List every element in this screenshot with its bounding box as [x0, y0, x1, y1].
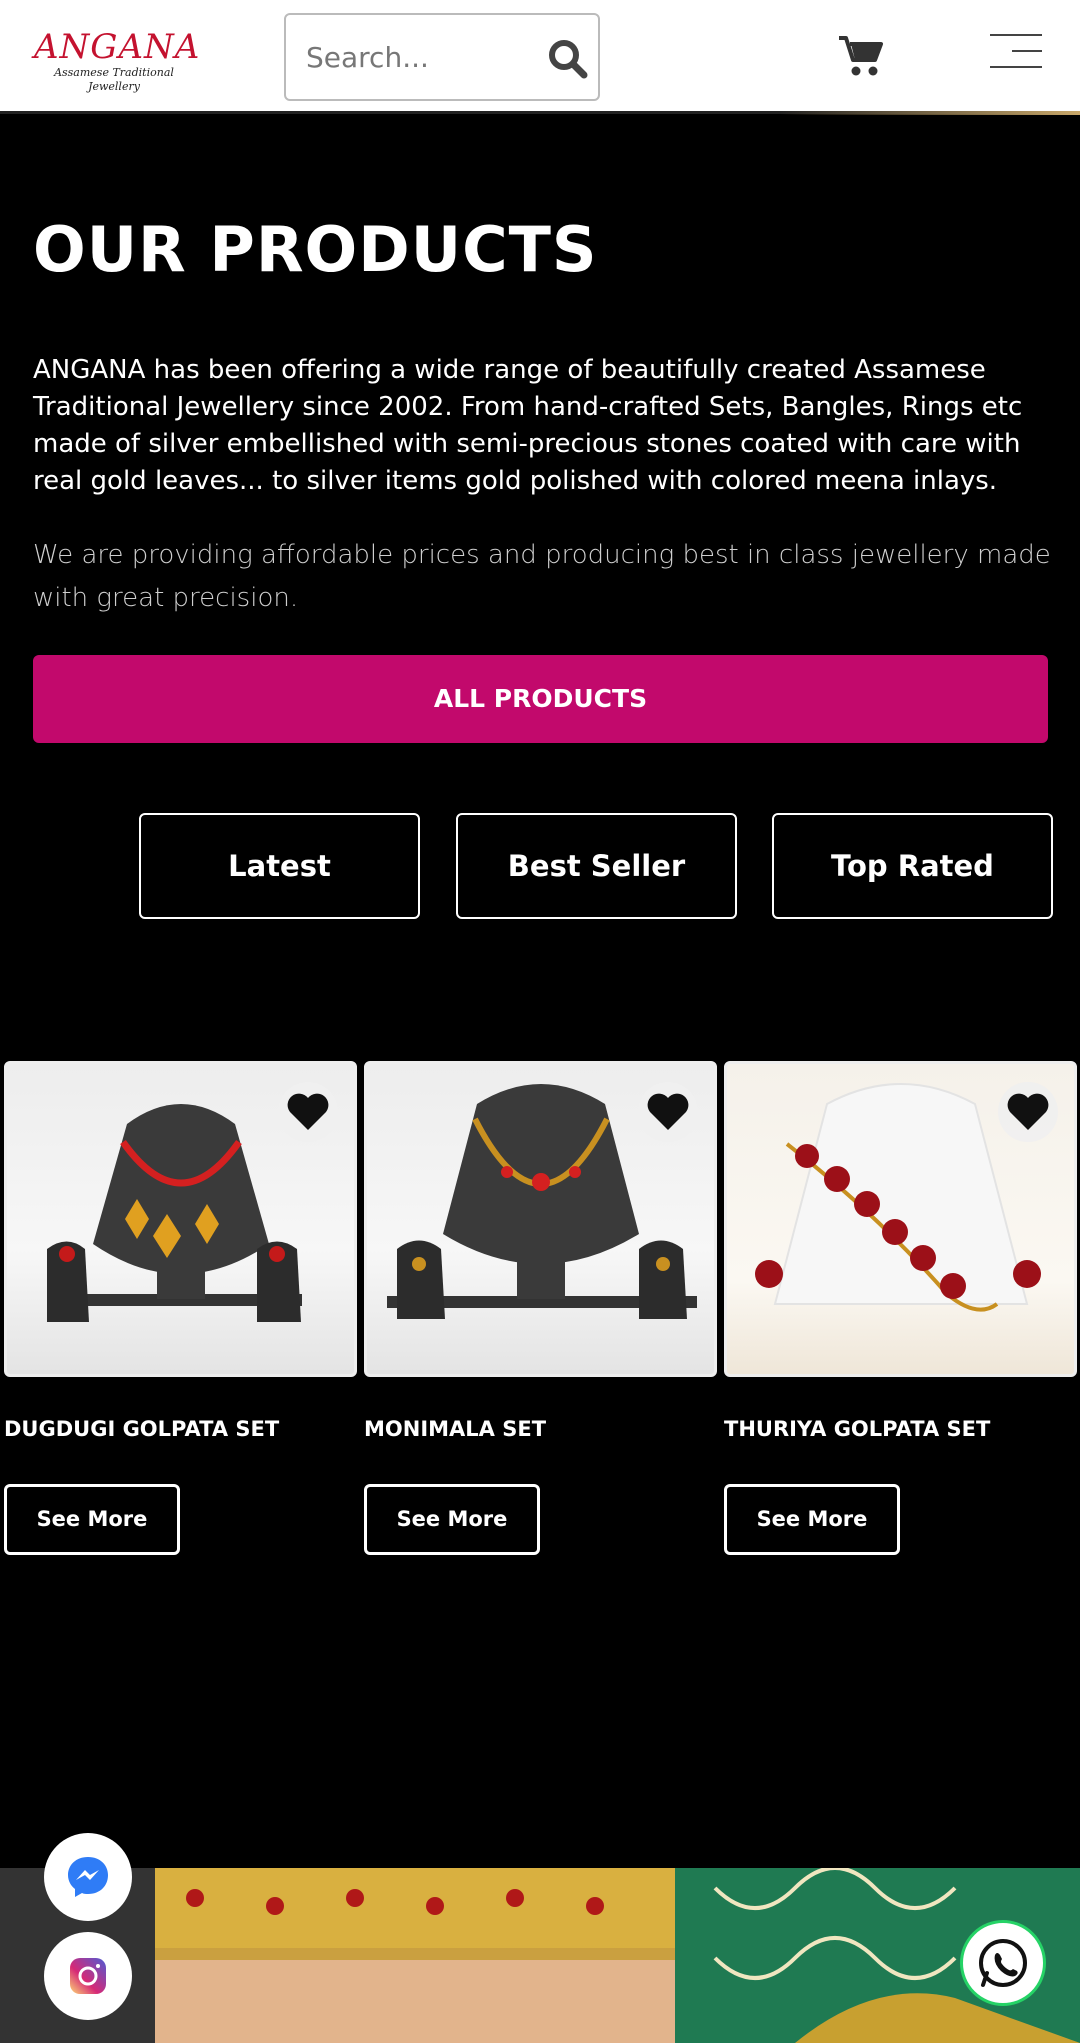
logo-subtitle: Assamese Traditional Jewellery [54, 66, 174, 93]
whatsapp-icon [979, 1939, 1027, 1987]
see-more-button[interactable]: See More [4, 1484, 180, 1555]
site-logo[interactable]: ANGANA Assamese Traditional Jewellery [34, 27, 201, 93]
tab-best-seller[interactable]: Best Seller [456, 813, 737, 919]
messenger-button[interactable] [44, 1833, 132, 1921]
product-image[interactable] [724, 1061, 1077, 1377]
intro-paragraph: ANGANA has been offering a wide range of… [33, 355, 1023, 496]
jewellery-banner-image [0, 1868, 1080, 2043]
instagram-icon [70, 1958, 106, 1994]
search-input[interactable] [306, 37, 526, 77]
all-products-button[interactable]: ALL PRODUCTS [33, 655, 1048, 743]
see-more-button[interactable]: See More [364, 1484, 540, 1555]
bangle-photo [155, 1868, 1080, 2043]
product-name[interactable]: THURIYA GOLPATA SET [724, 1414, 1077, 1444]
tab-top-rated[interactable]: Top Rated [772, 813, 1053, 919]
product-card: THURIYA GOLPATA SET See More [724, 1061, 1077, 1555]
cart-icon[interactable] [836, 32, 886, 82]
search-box [284, 13, 600, 101]
wishlist-heart-icon[interactable] [998, 1082, 1058, 1142]
product-image[interactable] [364, 1061, 717, 1377]
wishlist-heart-icon[interactable] [278, 1082, 338, 1142]
product-name[interactable]: MONIMALA SET [364, 1414, 717, 1444]
product-image[interactable] [4, 1061, 357, 1377]
product-card: MONIMALA SET See More [364, 1061, 717, 1555]
tab-latest[interactable]: Latest [139, 813, 420, 919]
whatsapp-button[interactable] [960, 1920, 1046, 2006]
logo-title: ANGANA [34, 27, 201, 67]
page-title: OUR PRODUCTS [33, 213, 598, 286]
messenger-icon [68, 1857, 108, 1897]
see-more-button[interactable]: See More [724, 1484, 900, 1555]
product-card: DUGDUGI GOLPATA SET See More [4, 1061, 357, 1555]
site-header: ANGANA Assamese Traditional Jewellery [0, 0, 1080, 114]
header-accent-line [780, 111, 1080, 115]
intro-secondary-paragraph: We are providing affordable prices and p… [33, 540, 1051, 613]
product-name[interactable]: DUGDUGI GOLPATA SET [4, 1414, 357, 1444]
hamburger-menu-icon[interactable] [990, 34, 1042, 74]
wishlist-heart-icon[interactable] [638, 1082, 698, 1142]
instagram-button[interactable] [44, 1932, 132, 2020]
search-icon[interactable] [546, 37, 590, 81]
